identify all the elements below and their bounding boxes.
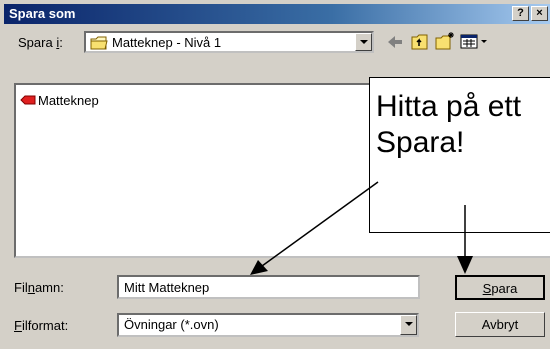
arrow-to-filename-head [250,260,268,275]
callout-arrows [250,181,473,275]
arrow-to-save-head [457,256,473,274]
save-as-dialog: Spara som ? × Spara i: Matteknep - Nivå … [0,0,550,349]
arrow-to-filename-line [261,181,379,267]
